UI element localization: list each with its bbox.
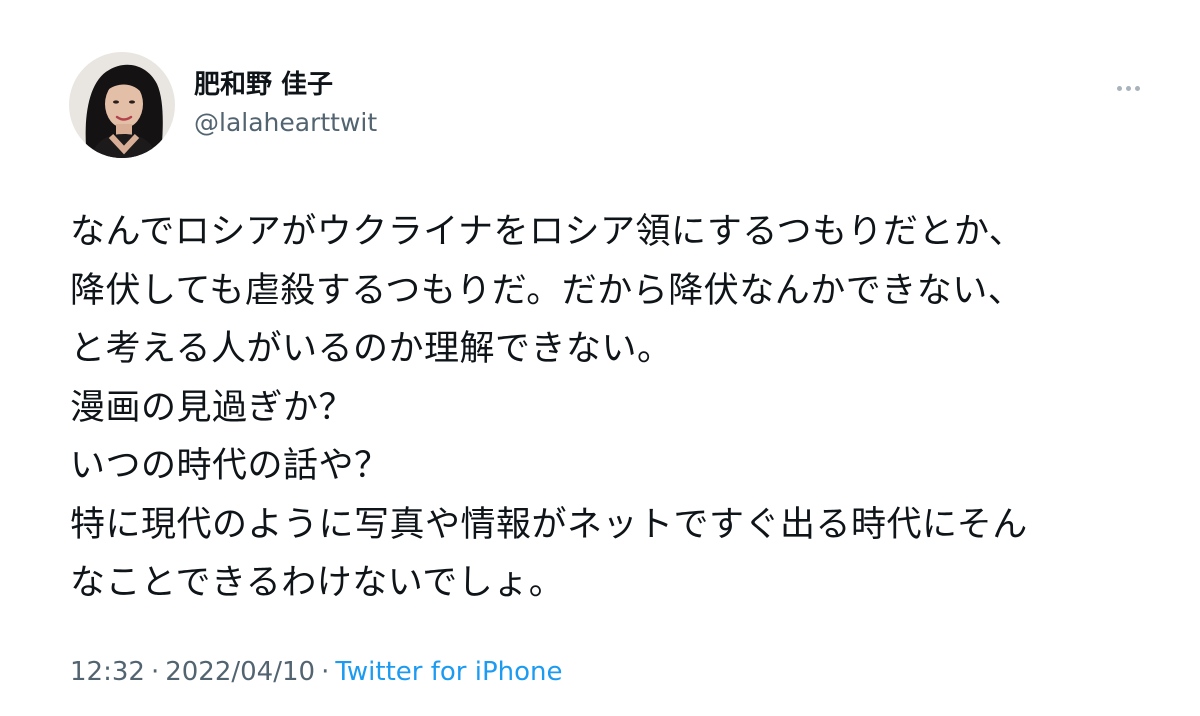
meta-separator: ·	[321, 657, 330, 687]
tweet-card: 肥和野 佳子 @lalahearttwit なんでロシアがウクライナをロシア領に…	[0, 0, 1200, 716]
tweet-text: なんでロシアがウクライナをロシア領にするつもりだとか、 降伏しても虐殺するつもり…	[70, 203, 1140, 613]
avatar-image	[69, 52, 175, 158]
tweet-source-link[interactable]: Twitter for iPhone	[335, 657, 562, 687]
tweet-metadata: 12:32 · 2022/04/10 · Twitter for iPhone	[70, 655, 563, 689]
more-button[interactable]	[1108, 72, 1148, 104]
tweet-text-line: なんでロシアがウクライナをロシア領にするつもりだとか、	[70, 212, 1025, 252]
tweet-text-line: なことできるわけないでしょ。	[70, 563, 565, 603]
tweet-text-line: と考える人がいるのか理解できない。	[70, 329, 673, 369]
user-handle[interactable]: @lalahearttwit	[194, 108, 377, 138]
tweet-text-line: 特に現代のように写真や情報がネットですぐ出る時代にそん	[70, 504, 1028, 545]
tweet-text-line: いつの時代の話や？	[70, 446, 390, 486]
tweet-text-line: 降伏しても虐殺するつもりだ。だから降伏なんかできない、	[70, 270, 1024, 311]
tweet-date[interactable]: 2022/04/10	[165, 657, 315, 687]
meta-separator: ·	[150, 657, 160, 687]
more-horizontal-icon	[1115, 85, 1142, 91]
tweet-time[interactable]: 12:32	[70, 657, 145, 687]
display-name[interactable]: 肥和野 佳子	[194, 70, 377, 100]
avatar[interactable]	[69, 52, 175, 158]
author-block: 肥和野 佳子 @lalahearttwit	[194, 70, 377, 138]
tweet-text-line: 漫画の見過ぎか？	[70, 387, 355, 428]
